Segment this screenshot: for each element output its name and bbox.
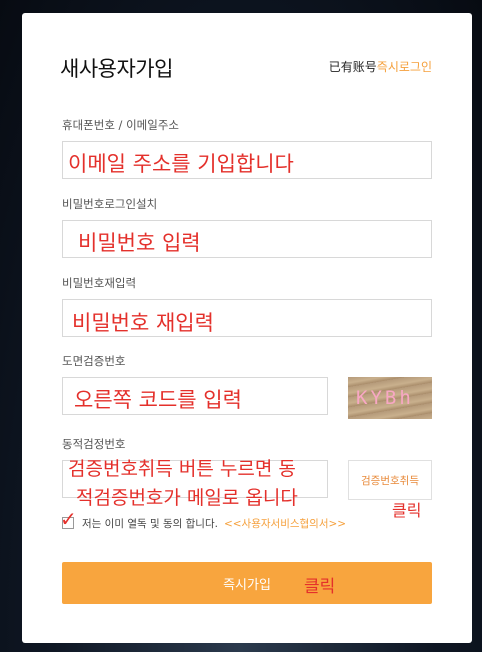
check-mark-annotation: ✓ [60,507,77,531]
password-confirm-annotation: 비밀번호 재입력 [72,311,214,335]
sms-annotation-line2: 적검증번호가 메일로 옵니다 [76,487,298,509]
sms-code-label: 동적검정번호 [62,437,126,451]
signup-card: 새사용자가입 已有账号즉시로그인 휴대폰번호 / 이메일주소 이메일 주소를 기… [22,13,472,643]
login-link[interactable]: 즉시로그인 [377,60,432,74]
login-prompt-text: 已有账号 [328,60,377,74]
captcha-image[interactable]: KYBh [348,377,432,419]
get-code-button[interactable]: 검증번호취득 [348,460,432,500]
agree-text: 저는 이미 열독 및 동의 합니다. [82,518,218,530]
captcha-label: 도면검증번호 [62,354,126,368]
page-title: 새사용자가입 [60,57,173,81]
click-code-annotation: 클릭 [392,501,422,520]
captcha-annotation: 오른쪽 코드를 입력 [74,388,242,412]
click-submit-annotation: 클릭 [304,577,336,597]
password-confirm-label: 비밀번호재입력 [62,276,137,290]
email-annotation: 이메일 주소를 기입합니다 [68,152,294,176]
password-annotation: 비밀번호 입력 [78,231,201,255]
submit-button[interactable]: 즉시가입 [62,562,432,604]
sms-annotation-line1: 검증번호취득 버튼 누르면 동 [68,458,296,480]
phone-email-label: 휴대폰번호 / 이메일주소 [62,118,179,132]
login-prompt: 已有账号즉시로그인 [329,58,432,75]
captcha-text: KYBh [356,387,414,409]
terms-link[interactable]: <<사용자서비스협의서>> [224,518,346,530]
password-label: 비밀번호로그인설치 [62,197,158,211]
agree-row: 저는 이미 열독 및 동의 합니다. <<사용자서비스협의서>> [82,516,346,531]
